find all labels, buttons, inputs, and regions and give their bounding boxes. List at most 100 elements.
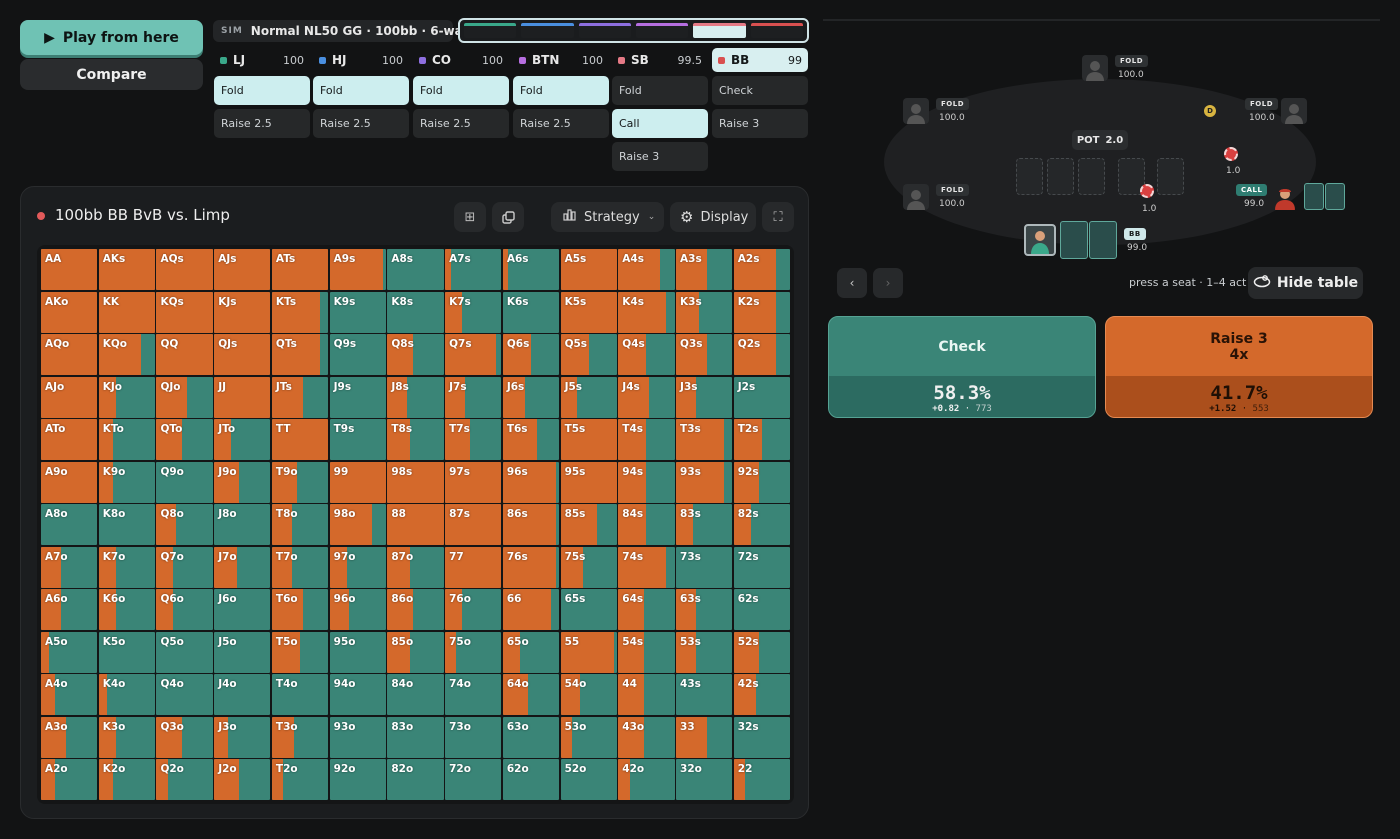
hand-cell[interactable]: KQo — [98, 334, 155, 375]
timeline-step[interactable] — [521, 23, 574, 38]
hand-cell[interactable]: Q2s — [733, 334, 790, 375]
hand-cell[interactable]: Q5s — [560, 334, 617, 375]
hand-cell[interactable]: Q8s — [387, 334, 444, 375]
hand-cell[interactable]: Q4s — [618, 334, 675, 375]
hand-cell[interactable]: A8s — [387, 249, 444, 290]
hand-cell[interactable]: 97s — [445, 461, 502, 503]
hand-cell[interactable]: AJs — [214, 249, 271, 290]
hand-cell[interactable]: Q7o — [156, 546, 213, 588]
hand-cell[interactable]: A7o — [41, 546, 98, 588]
timeline-step[interactable] — [464, 23, 517, 38]
hand-cell[interactable]: QJs — [214, 334, 271, 375]
hand-cell[interactable]: 62o — [502, 759, 560, 800]
hand-cell[interactable]: 83s — [676, 504, 733, 545]
action-option[interactable]: Fold — [313, 76, 409, 105]
hand-cell[interactable]: J2o — [214, 759, 271, 800]
strategy-dropdown[interactable]: Strategy ⌄ — [551, 202, 664, 232]
hand-cell[interactable]: J4s — [618, 376, 675, 418]
hand-cell[interactable]: A9o — [41, 461, 98, 503]
hand-cell[interactable]: 75o — [445, 631, 502, 673]
hand-cell[interactable]: AA — [41, 249, 98, 290]
seat-right-top-avatar[interactable] — [1281, 98, 1307, 124]
hand-cell[interactable]: A7s — [445, 249, 502, 290]
hand-cell[interactable]: T4o — [271, 674, 329, 715]
compare-button[interactable]: Compare — [20, 59, 203, 90]
hand-cell[interactable]: A2o — [41, 759, 98, 800]
hand-cell[interactable]: ATo — [41, 419, 98, 460]
hand-cell[interactable]: A9s — [329, 249, 386, 290]
copy-icon[interactable] — [492, 202, 524, 232]
hand-cell[interactable]: Q3s — [676, 334, 733, 375]
position-header[interactable]: BTN 100 — [513, 48, 609, 72]
hand-cell[interactable]: 55 — [560, 631, 617, 673]
hand-cell[interactable]: 73s — [676, 546, 733, 588]
hand-cell[interactable]: 84o — [387, 674, 444, 715]
hand-cell[interactable]: J2s — [733, 376, 790, 418]
next-button[interactable]: › — [873, 268, 903, 298]
hand-cell[interactable]: 93o — [329, 716, 386, 758]
action-option[interactable]: Raise 2.5 — [214, 109, 310, 138]
hand-cell[interactable]: 64s — [618, 589, 675, 630]
hand-cell[interactable]: K6o — [98, 589, 155, 630]
hand-cell[interactable]: 53s — [676, 631, 733, 673]
hand-cell[interactable]: 94o — [329, 674, 386, 715]
hand-cell[interactable]: KTo — [98, 419, 155, 460]
hand-cell[interactable]: T6o — [271, 589, 329, 630]
action-option[interactable]: Raise 3 — [612, 142, 708, 171]
hand-cell[interactable]: Q6s — [502, 334, 560, 375]
hand-cell[interactable]: KTs — [271, 291, 329, 333]
hand-cell[interactable]: 32o — [676, 759, 733, 800]
hand-cell[interactable]: Q6o — [156, 589, 213, 630]
action-option[interactable]: Fold — [513, 76, 609, 105]
hand-cell[interactable]: Q7s — [445, 334, 502, 375]
hand-cell[interactable]: QJo — [156, 376, 213, 418]
hand-cell[interactable]: T5o — [271, 631, 329, 673]
hand-cell[interactable]: 88 — [387, 504, 444, 545]
timeline-step[interactable] — [693, 23, 746, 38]
hand-cell[interactable]: 77 — [445, 546, 502, 588]
hand-cell[interactable]: KJo — [98, 376, 155, 418]
hand-cell[interactable]: 74s — [618, 546, 675, 588]
hand-cell[interactable]: KK — [98, 291, 155, 333]
hand-cell[interactable]: 33 — [676, 716, 733, 758]
hand-cell[interactable]: 72o — [445, 759, 502, 800]
timeline-step[interactable] — [635, 23, 689, 38]
hand-cell[interactable]: Q5o — [156, 631, 213, 673]
hand-cell[interactable]: 92s — [733, 461, 790, 503]
hand-cell[interactable]: A5o — [41, 631, 98, 673]
hand-cell[interactable]: 86s — [502, 504, 560, 545]
hand-cell[interactable]: 75s — [560, 546, 617, 588]
hand-cell[interactable]: 76o — [445, 589, 502, 630]
hand-cell[interactable]: QTs — [271, 334, 329, 375]
hand-cell[interactable]: K4o — [98, 674, 155, 715]
hand-cell[interactable]: 42o — [618, 759, 675, 800]
hand-cell[interactable]: AQs — [156, 249, 213, 290]
hide-table-button[interactable]: Hide table — [1248, 267, 1363, 299]
hand-cell[interactable]: Q9s — [329, 334, 386, 375]
hand-cell[interactable]: Q4o — [156, 674, 213, 715]
hand-cell[interactable]: A3o — [41, 716, 98, 758]
action-timeline[interactable] — [458, 18, 809, 43]
hand-cell[interactable]: A5s — [560, 249, 617, 290]
hand-cell[interactable]: 76s — [502, 546, 560, 588]
hand-cell[interactable]: AKs — [98, 249, 155, 290]
hero-avatar[interactable] — [1024, 224, 1056, 256]
hand-cell[interactable]: K2s — [733, 291, 790, 333]
hand-cell[interactable]: K9s — [329, 291, 386, 333]
hand-cell[interactable]: 66 — [502, 589, 560, 630]
hand-cell[interactable]: 43s — [676, 674, 733, 715]
hand-cell[interactable]: JTo — [214, 419, 271, 460]
hand-cell[interactable]: K7o — [98, 546, 155, 588]
hand-cell[interactable]: T3s — [676, 419, 733, 460]
hand-cell[interactable]: T7o — [271, 546, 329, 588]
raise-action-card[interactable]: Raise 3 4x 41.7% +1.52 · 553 — [1105, 316, 1373, 418]
hand-cell[interactable]: T4s — [618, 419, 675, 460]
hand-cell[interactable]: 95o — [329, 631, 386, 673]
hand-cell[interactable]: 32s — [733, 716, 790, 758]
hand-cell[interactable]: 85o — [387, 631, 444, 673]
hand-cell[interactable]: A6o — [41, 589, 98, 630]
seat-top-avatar[interactable] — [1082, 55, 1108, 81]
hand-cell[interactable]: T8s — [387, 419, 444, 460]
hand-cell[interactable]: AJo — [41, 376, 98, 418]
hand-cell[interactable]: J8s — [387, 376, 444, 418]
